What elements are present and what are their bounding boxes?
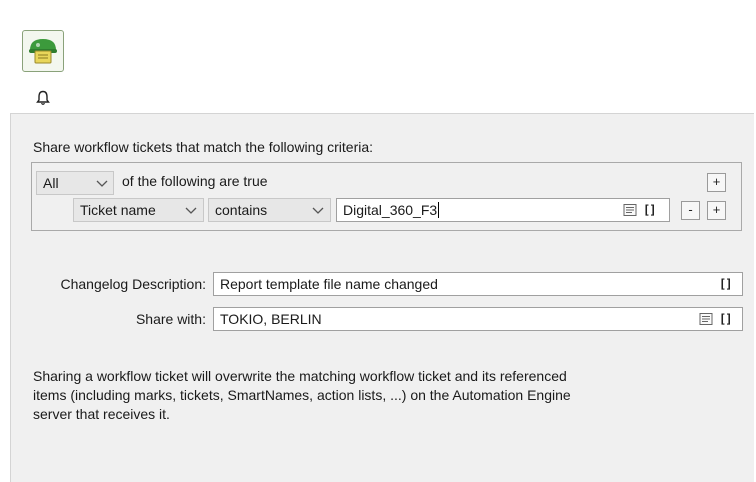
match-suffix-label: of the following are true <box>122 173 268 189</box>
chevron-down-icon <box>185 207 197 214</box>
add-group-button[interactable]: + <box>707 173 726 192</box>
smartname-brackets-icon[interactable]: [] <box>719 277 732 291</box>
list-picker-icon[interactable] <box>699 312 713 326</box>
add-rule-button[interactable]: + <box>707 201 726 220</box>
workflow-ticket-share-icon[interactable] <box>22 30 64 72</box>
share-with-input[interactable]: TOKIO, BERLIN [] <box>213 307 743 331</box>
changelog-text: Report template file name changed <box>220 276 438 292</box>
header-area <box>0 0 756 110</box>
note-line-1: Sharing a workflow ticket will overwrite… <box>33 368 567 384</box>
rule-value-input[interactable]: Digital_360_F3 [] <box>336 198 670 222</box>
criteria-intro-label: Share workflow tickets that match the fo… <box>33 139 374 155</box>
match-mode-select[interactable]: All <box>36 171 114 195</box>
smartname-brackets-icon[interactable]: [] <box>643 203 656 217</box>
rule-operator-select[interactable]: contains <box>208 198 331 222</box>
note-line-2: items (including marks, tickets, SmartNa… <box>33 387 571 403</box>
rule-field-value: Ticket name <box>80 202 156 218</box>
changelog-input[interactable]: Report template file name changed [] <box>213 272 743 296</box>
chevron-down-icon <box>96 180 108 187</box>
bell-icon[interactable] <box>36 90 50 106</box>
note-line-3: server that receives it. <box>33 406 170 422</box>
rule-operator-value: contains <box>215 202 268 218</box>
share-with-label: Share with: <box>135 311 206 327</box>
rule-value-text: Digital_360_F3 <box>343 202 438 218</box>
text-caret <box>438 202 440 218</box>
changelog-label: Changelog Description: <box>60 276 206 292</box>
smartname-brackets-icon[interactable]: [] <box>719 312 732 326</box>
rule-field-select[interactable]: Ticket name <box>73 198 204 222</box>
share-with-text: TOKIO, BERLIN <box>220 311 322 327</box>
chevron-down-icon <box>312 207 324 214</box>
list-picker-icon[interactable] <box>623 203 637 217</box>
remove-rule-button[interactable]: - <box>681 201 700 220</box>
match-mode-value: All <box>43 175 59 191</box>
